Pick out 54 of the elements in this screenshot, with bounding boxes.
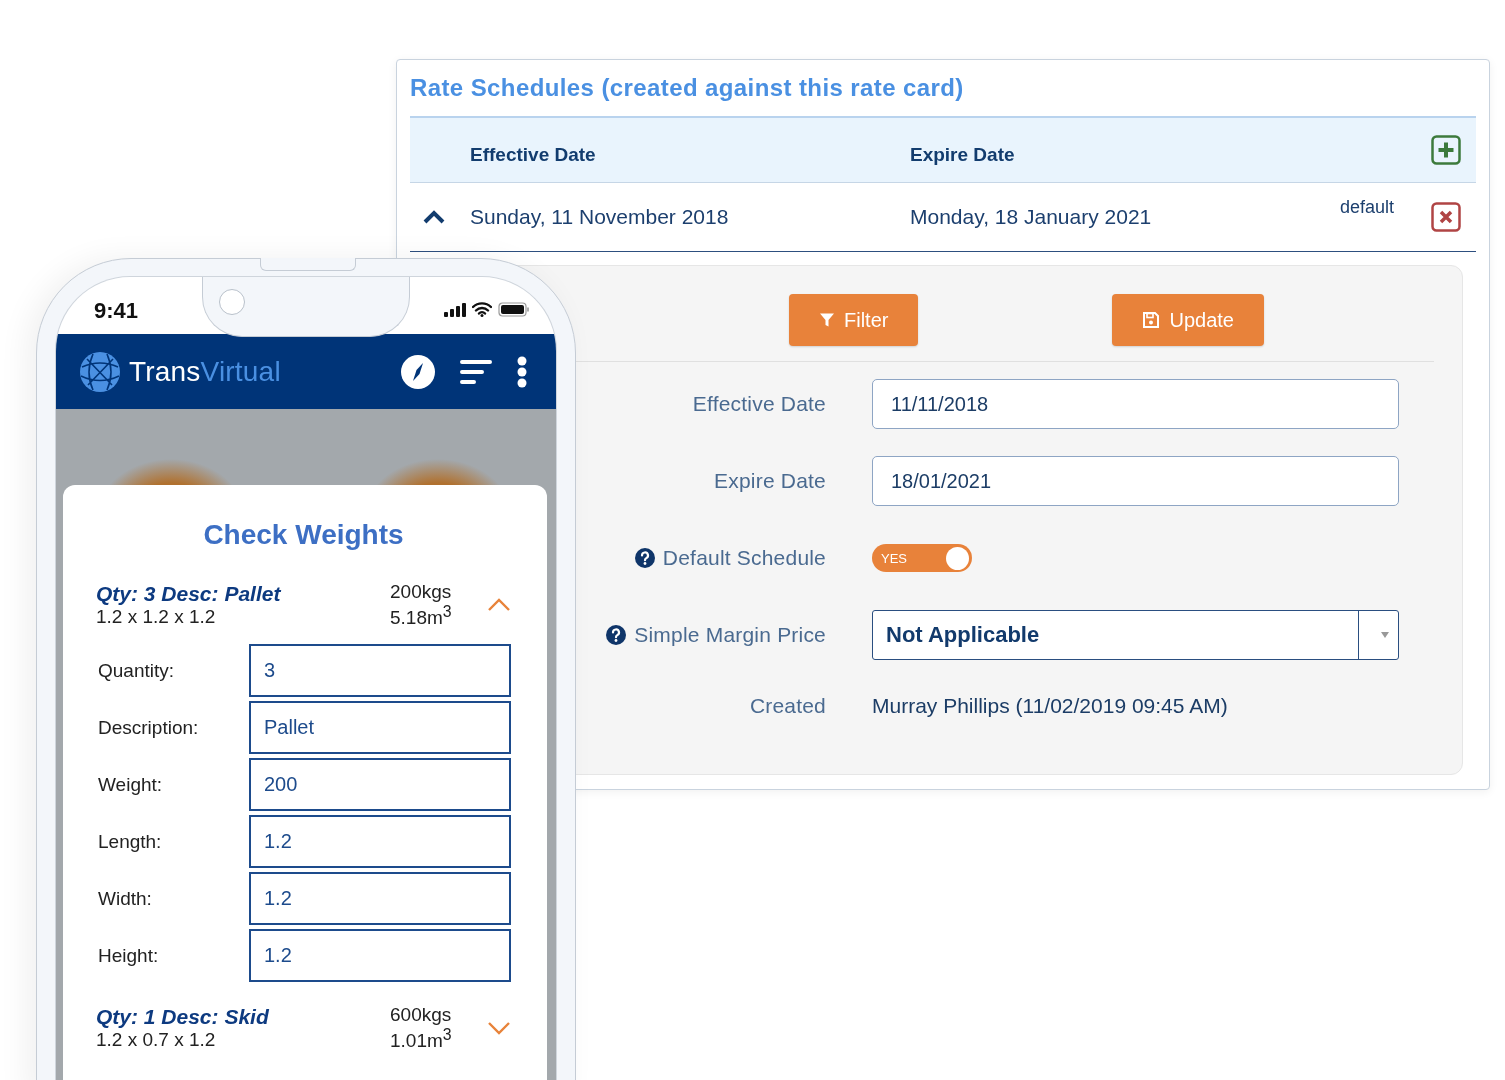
add-icon[interactable]	[1431, 135, 1461, 165]
chevron-up-icon[interactable]	[423, 210, 445, 224]
item-weight: 600kgs	[390, 1004, 453, 1027]
item-title: Qty: 3 Desc: Pallet	[96, 582, 282, 607]
field-label: Expire Date	[714, 469, 826, 493]
card-title: Check Weights	[203, 518, 404, 552]
date-field[interactable]: 18/01/2021	[872, 456, 1399, 506]
field-label: Created	[749, 694, 826, 718]
field-label: Height:	[97, 944, 160, 967]
date-field[interactable]: 11/11/2018	[872, 379, 1399, 429]
field-label: Simple Margin Price	[634, 623, 826, 647]
input-field[interactable]: 1.2	[249, 815, 511, 869]
input-field[interactable]: 3	[249, 644, 511, 698]
field-label: Weight:	[97, 773, 164, 796]
compass-icon[interactable]	[400, 353, 436, 390]
input-field[interactable]: 200	[249, 758, 511, 812]
item-weight: 200kgs	[390, 581, 453, 603]
sort-icon[interactable]	[460, 358, 492, 385]
created-value: Murray Phillips (11/02/2019 09:45 AM)	[872, 694, 1229, 718]
item-dimensions: 1.2 x 0.7 x 1.2	[96, 1029, 217, 1052]
field-label: Default Schedule	[662, 546, 826, 570]
delete-icon[interactable]	[1431, 202, 1461, 232]
funnel-icon	[819, 312, 835, 328]
dropdown[interactable]: Not Applicable	[872, 610, 1399, 660]
brand-name: TransVirtual	[129, 355, 281, 388]
more-icon[interactable]	[516, 355, 528, 388]
help-icon[interactable]	[634, 548, 655, 568]
field-label: Width:	[97, 887, 153, 910]
field-label: Description:	[97, 716, 200, 739]
item-title: Qty: 1 Desc: Skid	[96, 1005, 270, 1030]
field-label: Quantity:	[97, 659, 176, 682]
table-cell-text: Sunday, 11 November 2018	[470, 205, 730, 229]
caret-down-icon	[1381, 632, 1389, 638]
field-label: Length:	[97, 830, 163, 853]
column-header: Expire Date	[910, 143, 1016, 166]
camera-icon	[219, 289, 245, 315]
column-header: Effective Date	[470, 143, 597, 166]
globe-icon	[79, 350, 121, 393]
wifi-icon	[472, 302, 492, 317]
help-icon[interactable]	[606, 625, 627, 645]
status-time: 9:41	[94, 296, 139, 324]
item-volume: 5.18m$^{3}$	[390, 603, 453, 630]
panel-title: Rate Schedules (created against this rate card)	[409, 73, 965, 102]
table-cell-text: Monday, 18 January 2021	[910, 205, 1153, 229]
item-dimensions: 1.2 x 1.2 x 1.2	[96, 606, 217, 629]
input-field[interactable]: Pallet	[249, 701, 511, 755]
input-field[interactable]: 1.2	[249, 929, 511, 983]
chevron-down-icon[interactable]	[487, 1021, 511, 1036]
signal-icon	[444, 302, 466, 317]
field-label: Effective Date	[692, 392, 826, 416]
item-volume: 1.01m$^{3}$	[390, 1026, 453, 1053]
input-field[interactable]: 1.2	[249, 872, 511, 926]
battery-icon	[498, 302, 530, 317]
default-label: default	[1339, 197, 1395, 218]
